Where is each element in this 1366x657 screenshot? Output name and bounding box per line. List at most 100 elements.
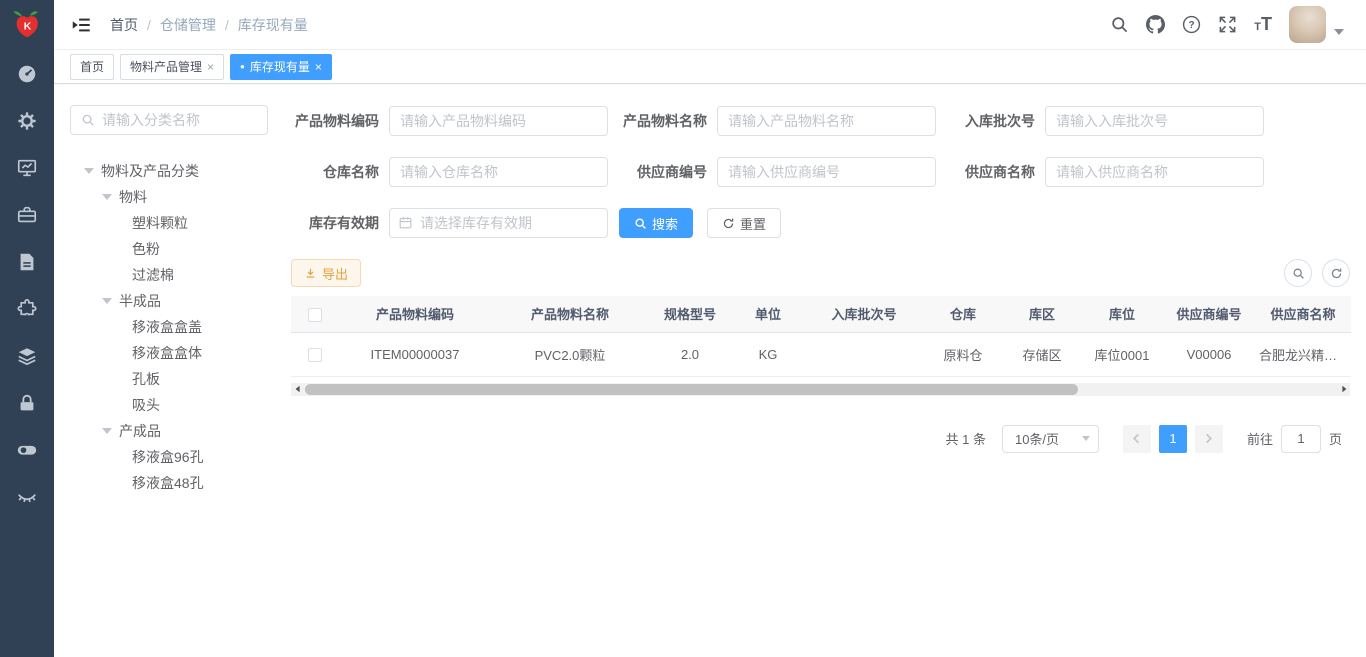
product-code-input[interactable] (389, 106, 608, 136)
goto-page-input[interactable] (1281, 425, 1321, 453)
table-row[interactable]: ITEM00000037 PVC2.0颗粒 2.0 KG 原料仓 存储区 库位0… (291, 332, 1351, 376)
cell-unit: KG (731, 332, 805, 376)
user-menu[interactable] (1289, 6, 1344, 43)
cell-warehouse: 原料仓 (923, 332, 1003, 376)
product-name-input[interactable] (717, 106, 936, 136)
tree-node-filter-cotton[interactable]: 过滤棉 (70, 262, 275, 288)
expiry-date-input[interactable] (389, 208, 608, 238)
document-icon[interactable] (16, 251, 38, 273)
reset-button[interactable]: 重置 (707, 208, 781, 238)
scroll-right-arrow-icon[interactable] (1337, 383, 1350, 396)
scrollbar-thumb[interactable] (305, 384, 1078, 395)
field-label: 入库批次号 (947, 111, 1035, 131)
col-product-name: 产品物料名称 (491, 296, 649, 332)
user-avatar[interactable] (1289, 6, 1326, 43)
header-search-icon[interactable] (1110, 15, 1129, 34)
warehouse-name-input[interactable] (389, 157, 608, 187)
field-label: 库存有效期 (291, 213, 379, 233)
caret-expanded-icon[interactable] (102, 428, 112, 434)
tree-node-box-96[interactable]: 移液盒96孔 (70, 444, 275, 470)
svg-text:K: K (24, 21, 32, 32)
toggle-switch-icon[interactable] (16, 439, 38, 461)
export-button[interactable]: 导出 (291, 259, 361, 287)
search-button[interactable]: 搜索 (619, 208, 693, 238)
inventory-table: 产品物料编码 产品物料名称 规格型号 单位 入库批次号 仓库 库区 库位 供应商… (291, 296, 1351, 377)
caret-expanded-icon[interactable] (102, 194, 112, 200)
search-icon (634, 217, 647, 230)
caret-expanded-icon[interactable] (84, 168, 94, 174)
field-label: 产品物料名称 (619, 111, 707, 131)
briefcase-icon[interactable] (16, 204, 38, 226)
tab-home[interactable]: 首页 (70, 54, 114, 80)
github-icon[interactable] (1146, 15, 1165, 34)
category-search-input[interactable] (102, 112, 257, 128)
toggle-search-button[interactable] (1284, 259, 1312, 287)
collapse-menu-icon[interactable] (70, 14, 92, 36)
tree-node-finished[interactable]: 产成品 (70, 418, 275, 444)
col-storage-area: 库区 (1003, 296, 1081, 332)
lock-icon[interactable] (16, 392, 38, 414)
tab-material-product[interactable]: 物料产品管理 × (120, 54, 224, 80)
horizontal-scrollbar[interactable] (291, 383, 1350, 396)
chevron-down-icon (1082, 436, 1090, 441)
breadcrumb: 首页 / 仓储管理 / 库存现有量 (110, 15, 308, 35)
breadcrumb-separator: / (225, 17, 229, 33)
pager: 1 (1123, 425, 1223, 453)
page-number-1[interactable]: 1 (1159, 425, 1187, 453)
tree-node-box-lid[interactable]: 移液盒盒盖 (70, 314, 275, 340)
breadcrumb-warehouse[interactable]: 仓储管理 (160, 15, 216, 35)
field-label: 产品物料编码 (291, 111, 379, 131)
tree-node-plastic-pellet[interactable]: 塑料颗粒 (70, 210, 275, 236)
cell-location: 库位0001 (1081, 332, 1163, 376)
close-icon[interactable]: × (207, 61, 214, 73)
breadcrumb-home[interactable]: 首页 (110, 15, 138, 35)
page-unit-label: 页 (1329, 429, 1342, 448)
supplier-name-input[interactable] (1045, 157, 1264, 187)
breadcrumb-current: 库存现有量 (238, 15, 308, 35)
caret-expanded-icon[interactable] (102, 298, 112, 304)
tree-node-box-48[interactable]: 移液盒48孔 (70, 470, 275, 496)
monitor-chart-icon[interactable] (16, 157, 38, 179)
tags-view-bar: 首页 物料产品管理 × ● 库存现有量 × (54, 50, 1366, 84)
tree-node-root[interactable]: 物料及产品分类 (70, 158, 275, 184)
tree-node-box-body[interactable]: 移液盒盒体 (70, 340, 275, 366)
prev-page-button[interactable] (1123, 425, 1151, 453)
col-spec: 规格型号 (649, 296, 731, 332)
tab-inventory-onhand[interactable]: ● 库存现有量 × (230, 54, 332, 80)
row-checkbox[interactable] (308, 348, 322, 362)
dashboard-icon[interactable] (16, 63, 38, 85)
layers-icon[interactable] (16, 345, 38, 367)
tree-node-semi-finished[interactable]: 半成品 (70, 288, 275, 314)
page-size-select[interactable]: 10条/页 (1002, 425, 1099, 453)
fullscreen-icon[interactable] (1218, 15, 1237, 34)
breadcrumb-separator: / (147, 17, 151, 33)
component-puzzle-icon[interactable] (16, 298, 38, 320)
eye-closed-icon[interactable] (16, 486, 38, 508)
font-size-icon[interactable]: TT (1254, 14, 1272, 35)
active-dot-icon: ● (240, 63, 245, 71)
select-all-checkbox[interactable] (308, 308, 322, 322)
scroll-left-arrow-icon[interactable] (291, 383, 304, 396)
settings-gear-icon[interactable] (16, 110, 38, 132)
inbound-batch-input[interactable] (1045, 106, 1264, 136)
tree-node-material[interactable]: 物料 (70, 184, 275, 210)
supplier-code-input[interactable] (717, 157, 936, 187)
col-location: 库位 (1081, 296, 1163, 332)
close-icon[interactable]: × (315, 61, 322, 73)
category-tree: 物料及产品分类 物料 塑料颗粒 色粉 过滤棉 半成品 移液盒盒盖 移液盒盒体 孔… (70, 158, 275, 496)
next-page-button[interactable] (1195, 425, 1223, 453)
tree-node-tip[interactable]: 吸头 (70, 392, 275, 418)
search-icon (81, 113, 95, 127)
tree-node-well-plate[interactable]: 孔板 (70, 366, 275, 392)
cell-storage-area: 存储区 (1003, 332, 1081, 376)
goto-label: 前往 (1247, 429, 1273, 448)
calendar-icon (398, 215, 413, 230)
app-logo[interactable]: K (0, 0, 54, 50)
cell-batch (805, 332, 923, 376)
tree-node-pigment[interactable]: 色粉 (70, 236, 275, 262)
help-icon[interactable]: ? (1182, 15, 1201, 34)
cell-product-name: PVC2.0颗粒 (491, 332, 649, 376)
strawberry-logo-icon: K (10, 8, 44, 42)
main-column: 首页 / 仓储管理 / 库存现有量 ? TT (54, 0, 1366, 657)
refresh-table-button[interactable] (1322, 259, 1350, 287)
